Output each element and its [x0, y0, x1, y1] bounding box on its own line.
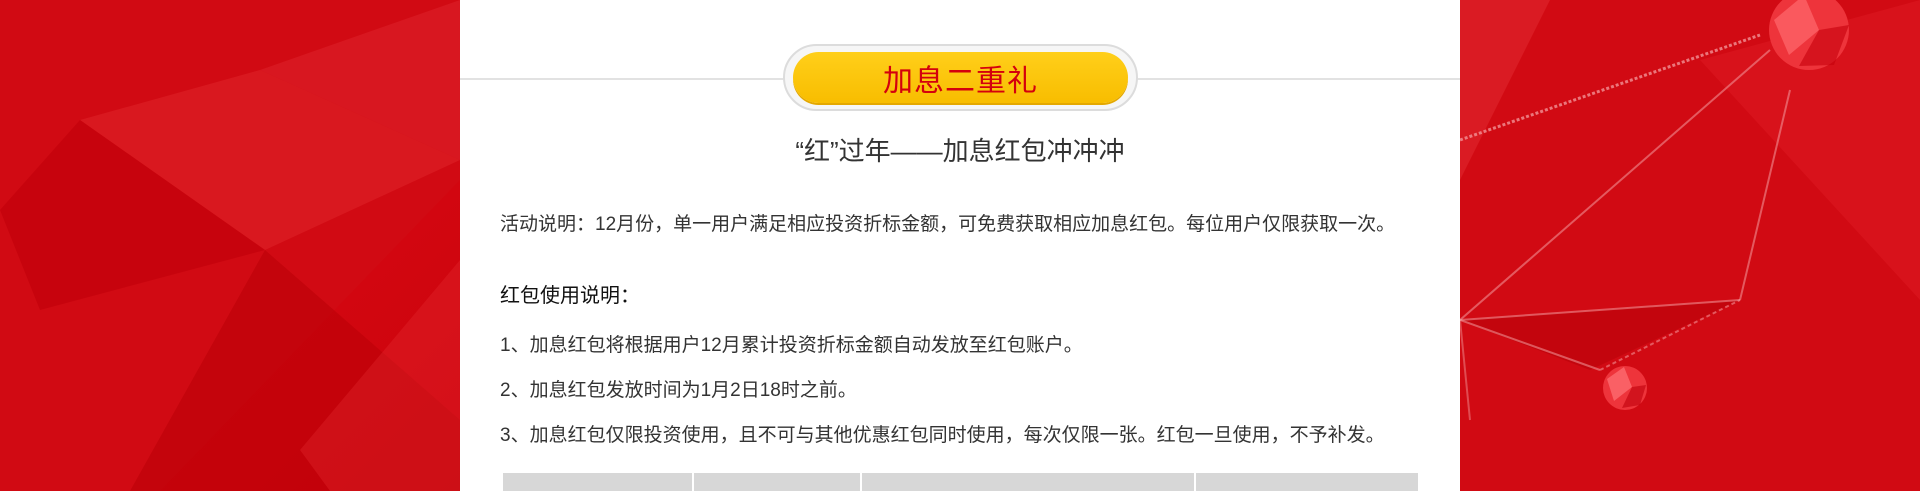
- promo-badge-label: 加息二重礼: [883, 64, 1038, 98]
- rule-item: 3、加息红包仅限投资使用，且不可与其他优惠红包同时使用，每次仅限一张。红包一旦使…: [500, 425, 1385, 446]
- left-decorative-background: [0, 0, 460, 491]
- reward-table-header: [503, 473, 1418, 491]
- activity-description: 活动说明：12月份，单一用户满足相应投资折标金额，可免费获取相应加息红包。每位用…: [500, 214, 1396, 235]
- table-header-cell: [1196, 473, 1418, 491]
- rules-title: 红包使用说明：: [500, 285, 640, 307]
- promo-subtitle: “红”过年——加息红包冲冲冲: [795, 136, 1125, 166]
- promo-page: 加息二重礼 “红”过年——加息红包冲冲冲 活动说明：12月份，单一用户满足相应投…: [0, 0, 1920, 491]
- rule-item: 2、加息红包发放时间为1月2日18时之前。: [500, 380, 857, 401]
- red-gem-ball-icon: [1603, 366, 1647, 410]
- table-header-cell: [503, 473, 692, 491]
- rule-item: 1、加息红包将根据用户12月累计投资折标金额自动发放至红包账户。: [500, 335, 1083, 356]
- content-panel: 加息二重礼 “红”过年——加息红包冲冲冲 活动说明：12月份，单一用户满足相应投…: [460, 0, 1460, 491]
- title-divider-left: [460, 78, 790, 80]
- table-header-cell: [862, 473, 1194, 491]
- table-header-cell: [694, 473, 860, 491]
- red-gem-ball-icon: [1769, 0, 1849, 70]
- title-divider-right: [1130, 78, 1460, 80]
- promo-badge: 加息二重礼: [793, 52, 1128, 103]
